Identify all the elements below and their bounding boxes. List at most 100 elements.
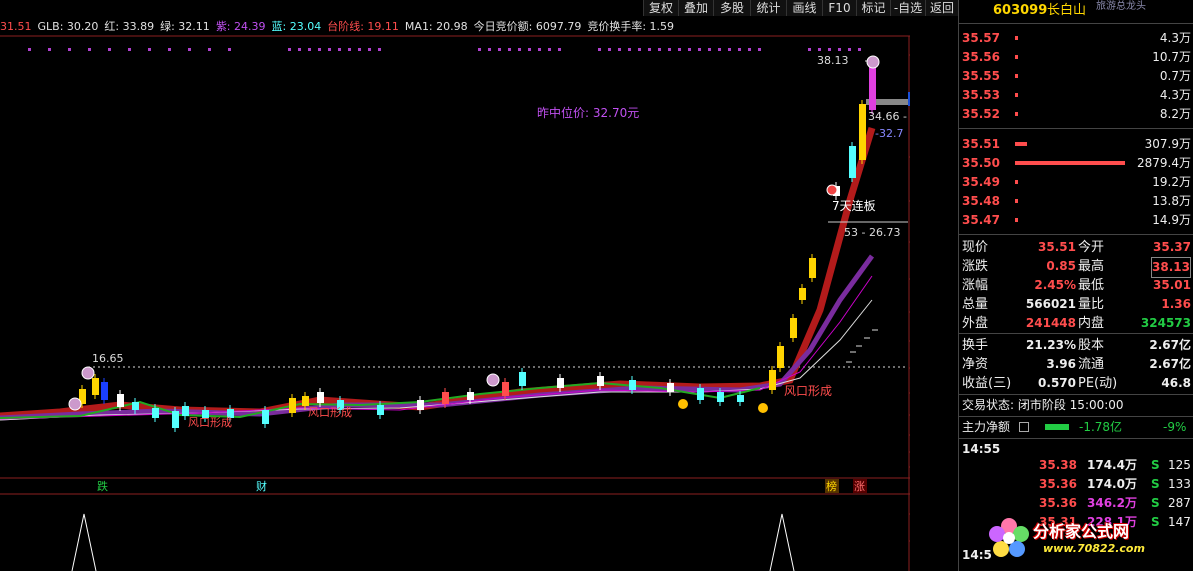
candle-body	[777, 346, 784, 368]
range-label: 53 - 26.73	[844, 226, 900, 239]
toolbar-button-7[interactable]: -自选	[890, 0, 925, 16]
toolbar-button-8[interactable]: 返回	[925, 0, 958, 16]
candle-body	[597, 376, 604, 386]
signal-dot	[728, 48, 731, 51]
stat-row: 涨跌 0.85 最高 38.13	[959, 257, 1193, 278]
stock-header: 603099 长白山 旅游总龙头	[959, 1, 1193, 21]
stat-value: 35.51	[1038, 240, 1076, 254]
signal-dot	[698, 48, 701, 51]
signal-dot	[548, 48, 551, 51]
signal-dot	[498, 48, 501, 51]
bid-row: 35.47 14.9万	[959, 211, 1193, 230]
ask-row: 35.56 10.7万	[959, 48, 1193, 67]
candle-body	[132, 402, 139, 410]
bid-row: 35.49 19.2万	[959, 173, 1193, 192]
stat-row: 外盘 241448 内盘 324573	[959, 314, 1193, 333]
toolbar-button-2[interactable]: 多股	[713, 0, 750, 16]
tick-count: 287	[1168, 496, 1191, 510]
toolbar-button-5[interactable]: F10	[822, 0, 856, 16]
signal-dot	[68, 48, 71, 51]
signal-dot	[608, 48, 611, 51]
signal-dot	[808, 48, 811, 51]
tick-row: 35.36 174.0万 S 133	[959, 475, 1193, 494]
stat-value: 3.96	[1046, 357, 1076, 371]
indicator-value-4: 紫: 24.39	[215, 20, 266, 33]
signal-dot	[848, 48, 851, 51]
toolbar-button-1[interactable]: 叠加	[678, 0, 713, 16]
kline-chart-area[interactable]: 38.1331.1928.0725.2722.7420.4718.4216.58…	[0, 0, 910, 571]
stock-name: 长白山	[1047, 3, 1087, 18]
stat-value: 324573	[1140, 316, 1191, 330]
signal-dot	[718, 48, 721, 51]
bid-row: 35.48 13.8万	[959, 192, 1193, 211]
purple-ball-icon	[81, 366, 95, 380]
signal-dot	[538, 48, 541, 51]
stat-label: 今开	[1078, 240, 1105, 255]
stat-label: 流通	[1078, 357, 1105, 372]
toolbar-button-6[interactable]: 标记	[856, 0, 890, 16]
wind-label-1: 风口形成	[188, 416, 232, 429]
purple-ball-icon	[486, 373, 500, 387]
candle-body	[697, 388, 704, 400]
signal-dot	[508, 48, 511, 51]
signal-dot	[348, 48, 351, 51]
signal-dot	[748, 48, 751, 51]
tick-price: 35.36	[1039, 496, 1077, 510]
signal-dot	[658, 48, 661, 51]
signal-dot	[648, 48, 651, 51]
candle-body	[442, 392, 449, 404]
bid-bar	[1015, 218, 1018, 222]
bid-price: 35.51	[962, 137, 1000, 151]
bid-bar	[1015, 142, 1027, 146]
signal-dot	[518, 48, 521, 51]
current-price-tag	[908, 92, 910, 106]
tick-row: 35.38 174.4万 S 125	[959, 456, 1193, 475]
toolbar-button-0[interactable]: 复权	[643, 0, 678, 16]
candle-body	[467, 392, 474, 400]
watermark: 分析家公式网 www.70822.com	[987, 514, 1193, 571]
info-icon[interactable]	[1019, 422, 1029, 432]
signal-dot	[628, 48, 631, 51]
stat-row: 总量 566021 量比 1.36	[959, 295, 1193, 314]
signal-dot	[108, 48, 111, 51]
signal-dot	[298, 48, 301, 51]
quote-panel: 603099 长白山 旅游总龙头 35.57 4.3万 35.56 10.7万 35.5…	[958, 0, 1193, 571]
ask-row: 35.57 4.3万	[959, 29, 1193, 48]
stat-row: 现价 35.51 今开 35.37	[959, 238, 1193, 257]
toolbar-button-3[interactable]: 统计	[750, 0, 786, 16]
stat-value: 1.36	[1161, 297, 1191, 311]
purple-ball-icon	[866, 55, 880, 69]
signal-dot	[148, 48, 151, 51]
bid-row: 35.51 307.9万	[959, 135, 1193, 154]
level-2-label: -32.7	[875, 127, 903, 140]
ask-row: 35.55 0.7万	[959, 67, 1193, 86]
signal-dot	[358, 48, 361, 51]
tick-price: 35.38	[1039, 458, 1077, 472]
signal-dot	[858, 48, 861, 51]
toolbar-button-4[interactable]: 画线	[786, 0, 822, 16]
signal-dot	[638, 48, 641, 51]
bid-vol: 2879.4万	[1137, 156, 1191, 170]
stat-value: 566021	[1025, 297, 1076, 311]
signal-dot	[338, 48, 341, 51]
signal-dot	[758, 48, 761, 51]
stat-label: 量比	[1078, 297, 1105, 312]
candle-body	[182, 406, 189, 416]
signal-dot	[708, 48, 711, 51]
tick-row: 35.36 346.2万 S 287	[959, 494, 1193, 513]
candle-body	[717, 392, 724, 402]
yesterday-mid-label: 昨中位价: 32.70元	[537, 105, 639, 120]
tick-count: 133	[1168, 477, 1191, 491]
candle-body	[849, 146, 856, 178]
low-label: 16.65	[92, 352, 124, 365]
signal-dot	[558, 48, 561, 51]
main-net-row: 主力净额 -1.78亿 -9%	[962, 420, 1187, 434]
signal-dot	[308, 48, 311, 51]
signal-dot	[828, 48, 831, 51]
stat-value: 2.67亿	[1149, 338, 1191, 352]
ask-price: 35.53	[962, 88, 1000, 102]
tick-vol: 174.0万	[1087, 477, 1137, 491]
ask-bar	[1015, 93, 1018, 97]
stat-label: 现价	[962, 240, 989, 255]
ask-price: 35.56	[962, 50, 1000, 64]
